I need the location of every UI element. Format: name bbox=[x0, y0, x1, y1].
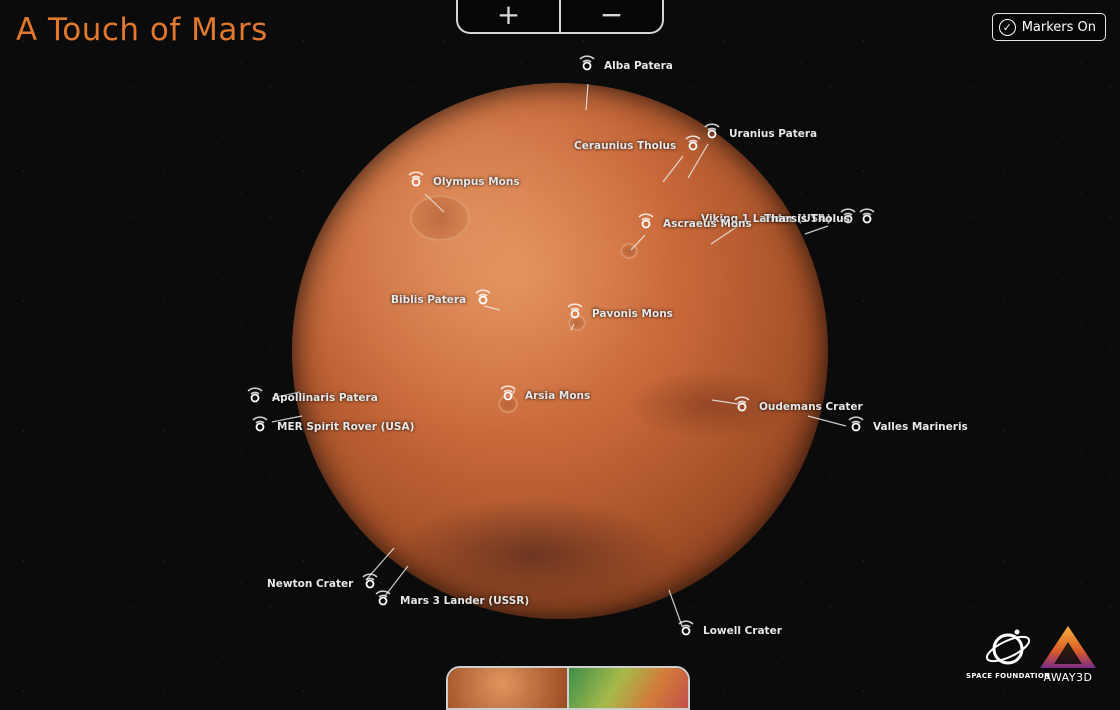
location-marker-icon bbox=[685, 135, 701, 151]
olympus-mons-caldera bbox=[410, 195, 470, 241]
location-marker-icon bbox=[678, 620, 694, 636]
marker-ceraunius-tholus[interactable]: Ceraunius Tholus bbox=[574, 134, 705, 158]
location-marker-icon bbox=[252, 416, 268, 432]
away3d-text: AWAY3D bbox=[1043, 671, 1093, 684]
marker-alba-patera[interactable]: Alba Patera bbox=[575, 54, 673, 78]
markers-toggle-button[interactable]: ✓ Markers On bbox=[991, 13, 1106, 41]
zoom-in-button[interactable]: + bbox=[458, 0, 559, 32]
map-view-selector bbox=[446, 666, 690, 710]
location-marker-icon bbox=[567, 303, 583, 319]
away3d-logo: AWAY3D bbox=[1038, 624, 1098, 684]
marker-oudemans-crater[interactable]: Oudemans Crater bbox=[730, 395, 863, 419]
marker-label: Oudemans Crater bbox=[759, 401, 863, 413]
marker-mer-spirit-rover[interactable]: MER Spirit Rover (USA) bbox=[248, 415, 414, 439]
location-marker-icon bbox=[375, 590, 391, 606]
marker-apollinaris-patera[interactable]: Apollinaris Patera bbox=[243, 386, 378, 410]
marker-pavonis-mons[interactable]: Pavonis Mons bbox=[563, 302, 673, 326]
marker-label: Alba Patera bbox=[604, 60, 673, 72]
location-marker-icon bbox=[408, 171, 424, 187]
checkmark-icon: ✓ bbox=[998, 18, 1016, 36]
marker-valles-marineris[interactable]: Valles Marineris bbox=[844, 415, 968, 439]
marker-lowell-crater[interactable]: Lowell Crater bbox=[674, 619, 782, 643]
marker-label: Ceraunius Tholus bbox=[574, 140, 677, 152]
marker-ascraeus-mons[interactable]: Ascraeus Mons bbox=[634, 212, 752, 236]
marker-label: Biblis Patera bbox=[391, 294, 467, 306]
marker-mars-3-lander[interactable]: Mars 3 Lander (USSR) bbox=[371, 589, 529, 613]
location-marker-icon bbox=[500, 385, 516, 401]
marker-label: Uranius Patera bbox=[729, 128, 818, 140]
marker-label: Olympus Mons bbox=[433, 176, 520, 188]
marker-label: Arsia Mons bbox=[525, 390, 591, 402]
marker-label: Tharsis Tholus bbox=[764, 213, 850, 225]
marker-label: Mars 3 Lander (USSR) bbox=[400, 595, 530, 607]
location-marker-icon bbox=[734, 396, 750, 412]
space-foundation-emblem-icon bbox=[986, 629, 1031, 665]
location-marker-icon bbox=[247, 387, 263, 403]
mars-color-view-thumbnail[interactable] bbox=[448, 668, 567, 708]
marker-biblis-patera[interactable]: Biblis Patera bbox=[391, 288, 495, 312]
location-marker-icon bbox=[475, 289, 491, 305]
marker-label: Valles Marineris bbox=[873, 421, 968, 433]
marker-olympus-mons[interactable]: Olympus Mons bbox=[404, 170, 520, 194]
mars-globe[interactable] bbox=[292, 83, 828, 619]
marker-label: Pavonis Mons bbox=[592, 308, 673, 320]
location-marker-icon bbox=[638, 213, 654, 229]
marker-label: MER Spirit Rover (USA) bbox=[277, 421, 415, 433]
marker-label: Newton Crater bbox=[267, 578, 354, 590]
location-marker-icon bbox=[848, 416, 864, 432]
markers-toggle-label: Markers On bbox=[1021, 19, 1096, 35]
ascraeus-caldera bbox=[620, 243, 638, 259]
location-marker-icon bbox=[859, 208, 875, 224]
marker-tharsis-tholus[interactable]: Tharsis Tholus bbox=[764, 207, 879, 231]
away3d-triangle-icon bbox=[1040, 626, 1096, 668]
marker-newton-crater[interactable]: Newton Crater bbox=[267, 572, 382, 596]
app-title: A Touch of Mars bbox=[16, 12, 268, 48]
marker-label: Ascraeus Mons bbox=[663, 218, 752, 230]
zoom-control: + − bbox=[456, 0, 664, 34]
marker-label: Apollinaris Patera bbox=[272, 392, 378, 404]
marker-label: Lowell Crater bbox=[703, 625, 782, 637]
location-marker-icon bbox=[579, 55, 595, 71]
marker-uranius-patera[interactable]: Uranius Patera bbox=[700, 122, 817, 146]
zoom-out-button[interactable]: − bbox=[561, 0, 662, 32]
topographic-view-thumbnail[interactable] bbox=[567, 668, 688, 708]
marker-arsia-mons[interactable]: Arsia Mons bbox=[496, 384, 590, 408]
